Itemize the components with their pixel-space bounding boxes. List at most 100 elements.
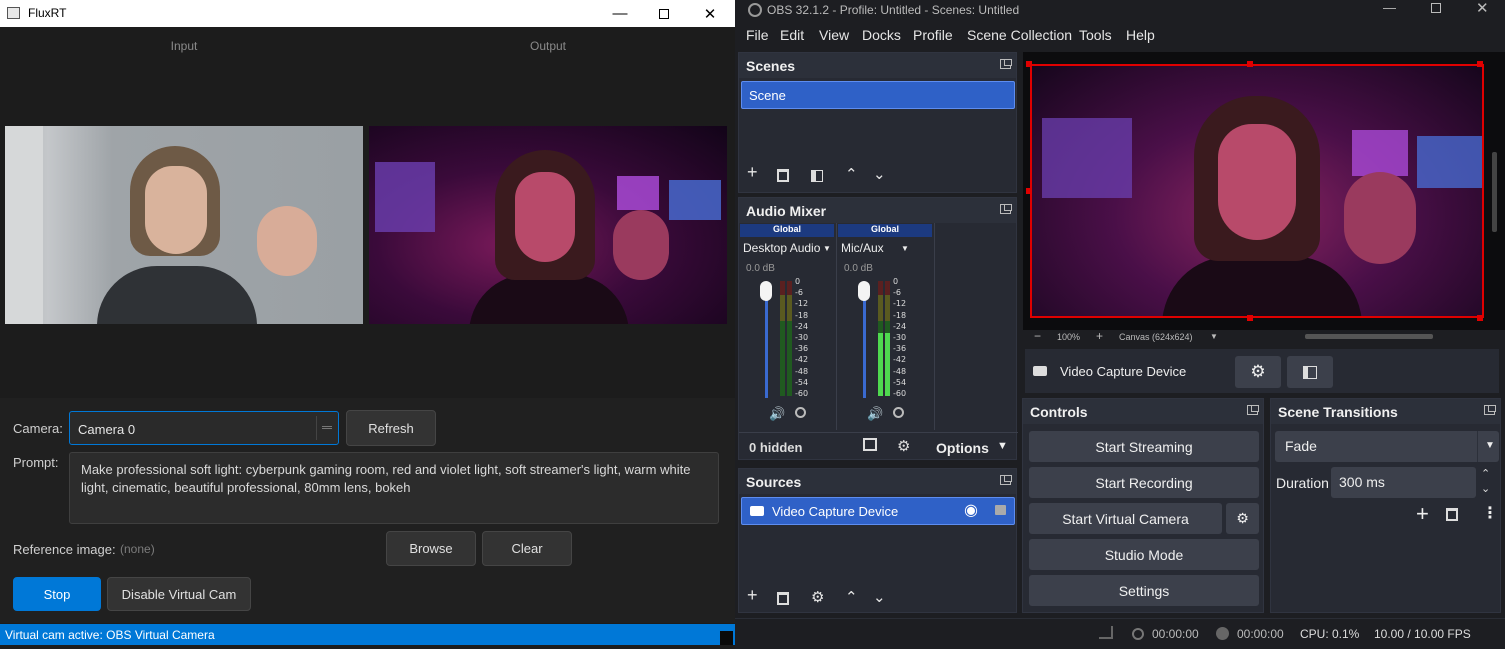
- meter-tick-label: -18: [893, 310, 907, 320]
- record-time: 00:00:00: [1237, 627, 1284, 641]
- minimize-icon[interactable]: —: [1383, 0, 1396, 15]
- decrement-icon[interactable]: ⌄: [1481, 482, 1490, 495]
- input-label: Input: [170, 39, 198, 53]
- menu-file[interactable]: File: [746, 27, 769, 43]
- move-up-icon[interactable]: ⌃: [845, 588, 858, 606]
- scene-item[interactable]: Scene: [741, 81, 1015, 109]
- channel-dropdown-icon[interactable]: ▼: [823, 244, 831, 253]
- size-grip[interactable]: [720, 631, 733, 645]
- monitor-icon[interactable]: [795, 407, 806, 418]
- layout-icon[interactable]: [863, 438, 877, 451]
- disable-virtual-cam-button[interactable]: Disable Virtual Cam: [107, 577, 251, 611]
- meter-tick-label: -6: [795, 288, 803, 298]
- add-icon[interactable]: +: [747, 585, 758, 606]
- minimize-icon[interactable]: —: [597, 0, 643, 27]
- menu-docks[interactable]: Docks: [862, 27, 901, 43]
- increment-icon[interactable]: ⌃: [1481, 467, 1490, 480]
- zoom-out-icon[interactable]: −: [1034, 329, 1041, 343]
- audio-mixer-dock: Audio Mixer Global Desktop Audio ▼ 0.0 dB 🔊 0…: [738, 197, 1018, 460]
- camera-label: Camera:: [13, 421, 63, 436]
- refresh-button[interactable]: Refresh: [346, 410, 436, 446]
- menu-edit[interactable]: Edit: [780, 27, 804, 43]
- canvas-size: Canvas (624x624): [1119, 332, 1193, 342]
- start-virtual-camera-button[interactable]: Start Virtual Camera: [1029, 503, 1222, 534]
- float-icon[interactable]: [1247, 405, 1259, 415]
- canvas-dropdown-icon[interactable]: ▼: [1210, 332, 1218, 341]
- browse-button[interactable]: Browse: [386, 531, 476, 566]
- duration-input[interactable]: 300 ms: [1331, 467, 1476, 498]
- close-icon[interactable]: ✕: [1476, 0, 1489, 17]
- menu-profile[interactable]: Profile: [913, 27, 953, 43]
- output-video: [369, 126, 727, 324]
- zoom-in-icon[interactable]: +: [1096, 329, 1103, 343]
- close-icon[interactable]: ✕: [687, 0, 733, 27]
- speaker-icon[interactable]: 🔊: [769, 406, 785, 422]
- preview-hscroll[interactable]: [1305, 334, 1433, 339]
- meter-fill: [885, 332, 890, 396]
- obs-window: OBS 32.1.2 - Profile: Untitled - Scenes:…: [735, 0, 1505, 649]
- window-title: FluxRT: [28, 6, 67, 20]
- float-icon[interactable]: [1000, 59, 1012, 69]
- preview-area[interactable]: [1023, 52, 1505, 330]
- reference-label: Reference image:: [13, 542, 116, 557]
- speaker-icon[interactable]: 🔊: [867, 406, 883, 422]
- maximize-icon[interactable]: [641, 0, 687, 27]
- eye-icon[interactable]: ◉: [964, 500, 978, 520]
- studio-mode-button[interactable]: Studio Mode: [1029, 539, 1259, 570]
- start-streaming-button[interactable]: Start Streaming: [1029, 431, 1259, 462]
- volume-slider-handle[interactable]: [760, 281, 772, 301]
- move-up-icon[interactable]: ⌃: [845, 165, 858, 183]
- scenes-dock: Scenes Scene + ⌃ ⌄: [738, 52, 1017, 193]
- more-options-icon[interactable]: ⋮: [1482, 503, 1498, 523]
- meter-tick-label: -36: [795, 344, 809, 354]
- signal-icon: [1099, 626, 1113, 639]
- mixer-channel: Global Mic/Aux ▼ 0.0 dB 🔊 0 -6 -12 -18 -24 -30 -36-…: [837, 223, 935, 430]
- filter-icon[interactable]: [811, 170, 823, 182]
- monitor-icon[interactable]: [893, 407, 904, 418]
- stop-button[interactable]: Stop: [13, 577, 101, 611]
- float-icon[interactable]: [1000, 204, 1012, 214]
- camera-select[interactable]: Camera 0: [69, 411, 339, 445]
- lock-icon[interactable]: [995, 505, 1006, 515]
- duration-label: Duration: [1276, 475, 1329, 491]
- channel-name[interactable]: Desktop Audio: [743, 241, 820, 255]
- options-button[interactable]: Options: [936, 440, 989, 456]
- clear-button[interactable]: Clear: [482, 531, 572, 566]
- float-icon[interactable]: [1484, 405, 1496, 415]
- level-meter-right: [885, 281, 890, 396]
- menu-scene-collection[interactable]: Scene Collection: [967, 27, 1072, 43]
- stream-time: 00:00:00: [1152, 627, 1199, 641]
- virtual-camera-settings-button[interactable]: ⚙: [1226, 503, 1259, 534]
- preview-vscroll[interactable]: [1492, 152, 1497, 232]
- gear-icon[interactable]: ⚙: [811, 588, 824, 606]
- trash-icon[interactable]: [777, 169, 789, 182]
- volume-slider-handle[interactable]: [858, 281, 870, 301]
- audio-mixer-header: Audio Mixer: [739, 198, 1016, 223]
- filters-button[interactable]: [1287, 356, 1333, 388]
- move-down-icon[interactable]: ⌄: [873, 165, 886, 183]
- options-dropdown-icon: ▼: [997, 440, 1008, 452]
- trash-icon[interactable]: [777, 592, 789, 605]
- channel-name[interactable]: Mic/Aux: [841, 241, 884, 255]
- add-icon[interactable]: +: [1416, 501, 1429, 527]
- channel-db: 0.0 dB: [746, 263, 775, 274]
- transition-select[interactable]: Fade ▼: [1275, 431, 1499, 462]
- maximize-icon[interactable]: [1431, 3, 1441, 13]
- channel-dropdown-icon[interactable]: ▼: [901, 244, 909, 253]
- preview-source[interactable]: [1030, 64, 1484, 318]
- menu-help[interactable]: Help: [1126, 27, 1155, 43]
- add-icon[interactable]: +: [747, 162, 758, 183]
- trash-icon[interactable]: [1446, 508, 1458, 521]
- gear-icon[interactable]: ⚙: [897, 437, 910, 455]
- move-down-icon[interactable]: ⌄: [873, 588, 886, 606]
- start-recording-button[interactable]: Start Recording: [1029, 467, 1259, 498]
- source-item[interactable]: Video Capture Device ◉: [741, 497, 1015, 525]
- menu-view[interactable]: View: [819, 27, 849, 43]
- menu-tools[interactable]: Tools: [1079, 27, 1112, 43]
- float-icon[interactable]: [1000, 475, 1012, 485]
- source-toolbar: Video Capture Device ⚙: [1025, 349, 1499, 393]
- meter-tick-label: -6: [893, 288, 901, 298]
- settings-button[interactable]: Settings: [1029, 575, 1259, 606]
- prompt-input[interactable]: Make professional soft light: cyberpunk …: [69, 452, 719, 524]
- properties-button[interactable]: ⚙: [1235, 356, 1281, 388]
